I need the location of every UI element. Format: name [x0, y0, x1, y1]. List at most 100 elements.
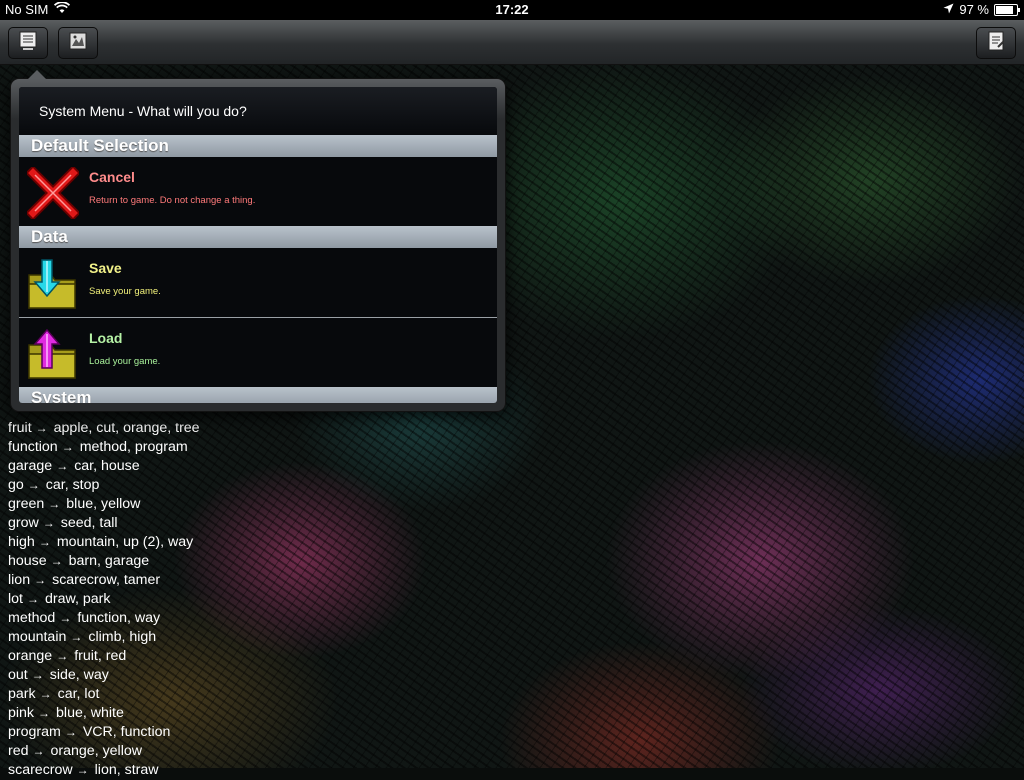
save-folder-icon [27, 258, 79, 310]
arrow-right-icon: → [70, 630, 83, 644]
save-option[interactable]: Save Save your game. [19, 248, 497, 317]
word-term: high [8, 534, 35, 550]
arrow-right-icon: → [59, 611, 72, 625]
word-list-item: green → blue, yellow [8, 495, 200, 514]
popover-arrow [28, 70, 46, 79]
word-term: grow [8, 515, 39, 531]
word-list-item: lot → draw, park [8, 590, 200, 609]
word-term: green [8, 496, 45, 512]
battery-icon [994, 3, 1020, 16]
word-links: apple, cut, orange, tree [53, 420, 200, 436]
word-term: lion [8, 572, 31, 588]
arrow-right-icon: → [38, 535, 51, 549]
arrow-right-icon: → [31, 668, 44, 682]
word-links: barn, garage [68, 553, 150, 569]
arrow-right-icon: → [39, 687, 52, 701]
map-icon [67, 30, 89, 57]
menu-icon [17, 30, 39, 57]
word-term: scarecrow [8, 762, 73, 778]
toolbar [0, 20, 1024, 65]
word-list-item: lion → scarecrow, tamer [8, 571, 200, 590]
word-links: VCR, function [82, 724, 171, 740]
load-option[interactable]: Load Load your game. [19, 317, 497, 387]
clock: 17:22 [495, 2, 529, 17]
section-header-data: Data [19, 226, 497, 248]
word-links: car, stop [45, 477, 100, 493]
word-term: fruit [8, 420, 32, 436]
save-description: Save your game. [89, 286, 161, 297]
word-links: blue, white [56, 705, 124, 721]
red-x-icon [25, 165, 81, 221]
section-header-default: Default Selection [19, 135, 497, 157]
word-term: function [8, 439, 58, 455]
word-term: park [8, 686, 36, 702]
word-links: function, way [77, 610, 161, 626]
load-description: Load your game. [89, 356, 161, 367]
arrow-right-icon: → [76, 763, 89, 777]
notes-icon [985, 30, 1007, 57]
word-list-item: function → method, program [8, 438, 200, 457]
arrow-right-icon: → [56, 649, 69, 663]
word-links: method, program [79, 439, 188, 455]
word-list-item: high → mountain, up (2), way [8, 533, 200, 552]
word-term: house [8, 553, 47, 569]
cancel-label: Cancel [89, 169, 135, 185]
word-links: climb, high [88, 629, 157, 645]
load-folder-icon [27, 328, 79, 380]
word-links: seed, tall [60, 515, 118, 531]
menu-title: System Menu - What will you do? [19, 87, 497, 135]
word-list-item: grow → seed, tall [8, 514, 200, 533]
arrow-right-icon: → [27, 478, 40, 492]
word-links: car, lot [57, 686, 100, 702]
arrow-right-icon: → [48, 497, 61, 511]
word-list-item: red → orange, yellow [8, 742, 200, 761]
word-term: method [8, 610, 56, 626]
load-label: Load [89, 330, 123, 346]
arrow-right-icon: → [61, 440, 74, 454]
word-list-item: go → car, stop [8, 476, 200, 495]
word-list-item: fruit → apple, cut, orange, tree [8, 419, 200, 438]
word-term: lot [8, 591, 23, 607]
arrow-right-icon: → [42, 516, 55, 530]
word-links: mountain, up (2), way [56, 534, 194, 550]
word-term: out [8, 667, 28, 683]
word-links: blue, yellow [66, 496, 141, 512]
cancel-description: Return to game. Do not change a thing. [89, 195, 256, 206]
system-menu-popover: System Menu - What will you do? Default … [10, 70, 506, 412]
section-header-system: System [19, 387, 497, 403]
word-term: orange [8, 648, 53, 664]
word-list-item: garage → car, house [8, 457, 200, 476]
word-term: garage [8, 458, 53, 474]
system-menu-button[interactable] [8, 27, 48, 59]
word-term: red [8, 743, 29, 759]
word-list-item: method → function, way [8, 609, 200, 628]
location-icon [943, 2, 954, 17]
word-list-item: pink → blue, white [8, 704, 200, 723]
word-term: mountain [8, 629, 67, 645]
word-links: orange, yellow [50, 743, 143, 759]
word-term: program [8, 724, 61, 740]
word-links: side, way [49, 667, 109, 683]
notes-button[interactable] [976, 27, 1016, 59]
word-list-item: house → barn, garage [8, 552, 200, 571]
word-links: fruit, red [74, 648, 127, 664]
word-list-item: park → car, lot [8, 685, 200, 704]
arrow-right-icon: → [56, 459, 69, 473]
word-list-item: scarecrow → lion, straw [8, 761, 200, 780]
arrow-right-icon: → [38, 706, 51, 720]
arrow-right-icon: → [35, 421, 48, 435]
battery-percent: 97 % [959, 2, 989, 17]
word-links: scarecrow, tamer [52, 572, 161, 588]
arrow-right-icon: → [50, 554, 63, 568]
map-button[interactable] [58, 27, 98, 59]
word-links: car, house [74, 458, 140, 474]
word-list-item: mountain → climb, high [8, 628, 200, 647]
arrow-right-icon: → [64, 725, 77, 739]
arrow-right-icon: → [32, 744, 45, 758]
arrow-right-icon: → [26, 592, 39, 606]
word-links: draw, park [44, 591, 111, 607]
cancel-option[interactable]: Cancel Return to game. Do not change a t… [19, 157, 497, 226]
arrow-right-icon: → [34, 573, 47, 587]
word-term: pink [8, 705, 35, 721]
word-list-item: out → side, way [8, 666, 200, 685]
